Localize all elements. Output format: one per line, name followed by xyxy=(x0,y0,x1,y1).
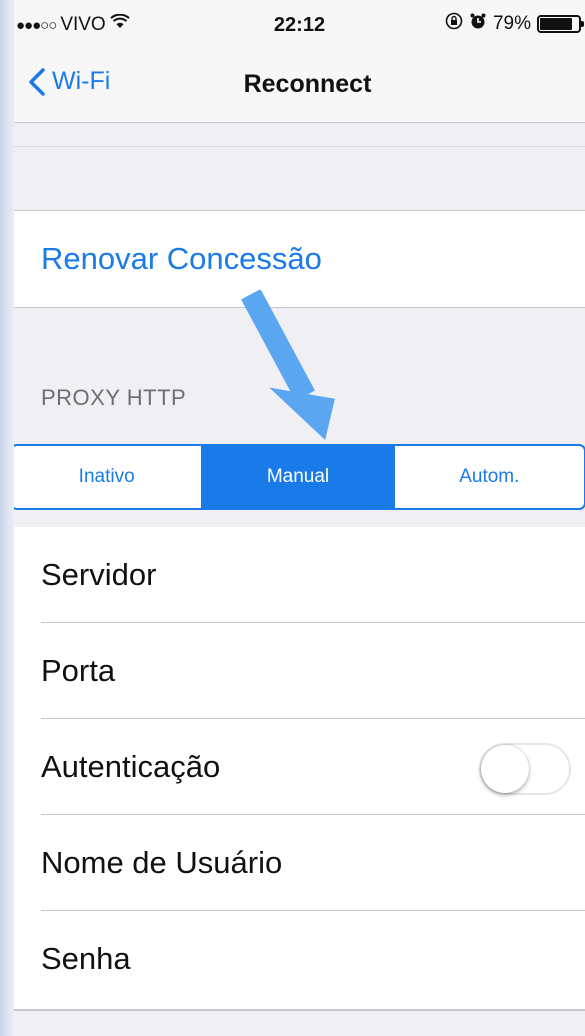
password-row[interactable]: Senha xyxy=(14,911,585,1007)
orientation-lock-icon xyxy=(445,12,463,36)
username-row[interactable]: Nome de Usuário xyxy=(14,815,585,911)
page-title: Reconnect xyxy=(243,70,372,98)
photo-frame-edge xyxy=(0,0,14,1036)
alarm-icon xyxy=(469,12,487,36)
navigation-bar: Wi-Fi Reconnect xyxy=(14,50,585,123)
annotation-arrow-icon xyxy=(241,290,335,441)
password-label: Senha xyxy=(41,941,131,976)
server-row[interactable]: Servidor xyxy=(14,527,585,623)
port-row[interactable]: Porta xyxy=(14,623,585,719)
status-right: 79% xyxy=(445,12,584,36)
section-spacer xyxy=(14,146,585,211)
server-label: Servidor xyxy=(41,557,157,592)
proxy-mode-segmented-control: Inativo Manual Autom. xyxy=(14,444,585,510)
bottom-spacer xyxy=(14,1010,585,1036)
segment-manual[interactable]: Manual xyxy=(203,446,395,508)
authentication-label: Autenticação xyxy=(41,749,221,784)
authentication-toggle[interactable] xyxy=(479,743,571,795)
renew-lease-button[interactable]: Renovar Concessão xyxy=(41,241,322,277)
battery-percentage: 79% xyxy=(492,13,531,34)
username-label: Nome de Usuário xyxy=(41,845,283,880)
renew-lease-group: Renovar Concessão xyxy=(14,210,585,308)
settings-screen: ●●●○○ VIVO 22:12 79% Wi-Fi Reconnect Ren… xyxy=(14,0,585,1036)
segment-automatic[interactable]: Autom. xyxy=(395,446,584,508)
proxy-section-header: PROXY HTTP xyxy=(41,385,187,410)
port-label: Porta xyxy=(41,653,116,688)
authentication-row: Autenticação xyxy=(14,719,585,815)
proxy-settings-list: Servidor Porta Autenticação Nome de Usuá… xyxy=(14,527,585,1010)
battery-icon xyxy=(537,15,584,33)
segment-inactive[interactable]: Inativo xyxy=(14,446,204,508)
status-bar: ●●●○○ VIVO 22:12 79% xyxy=(14,0,585,50)
battery-fill xyxy=(540,18,572,30)
toggle-knob xyxy=(481,745,529,793)
